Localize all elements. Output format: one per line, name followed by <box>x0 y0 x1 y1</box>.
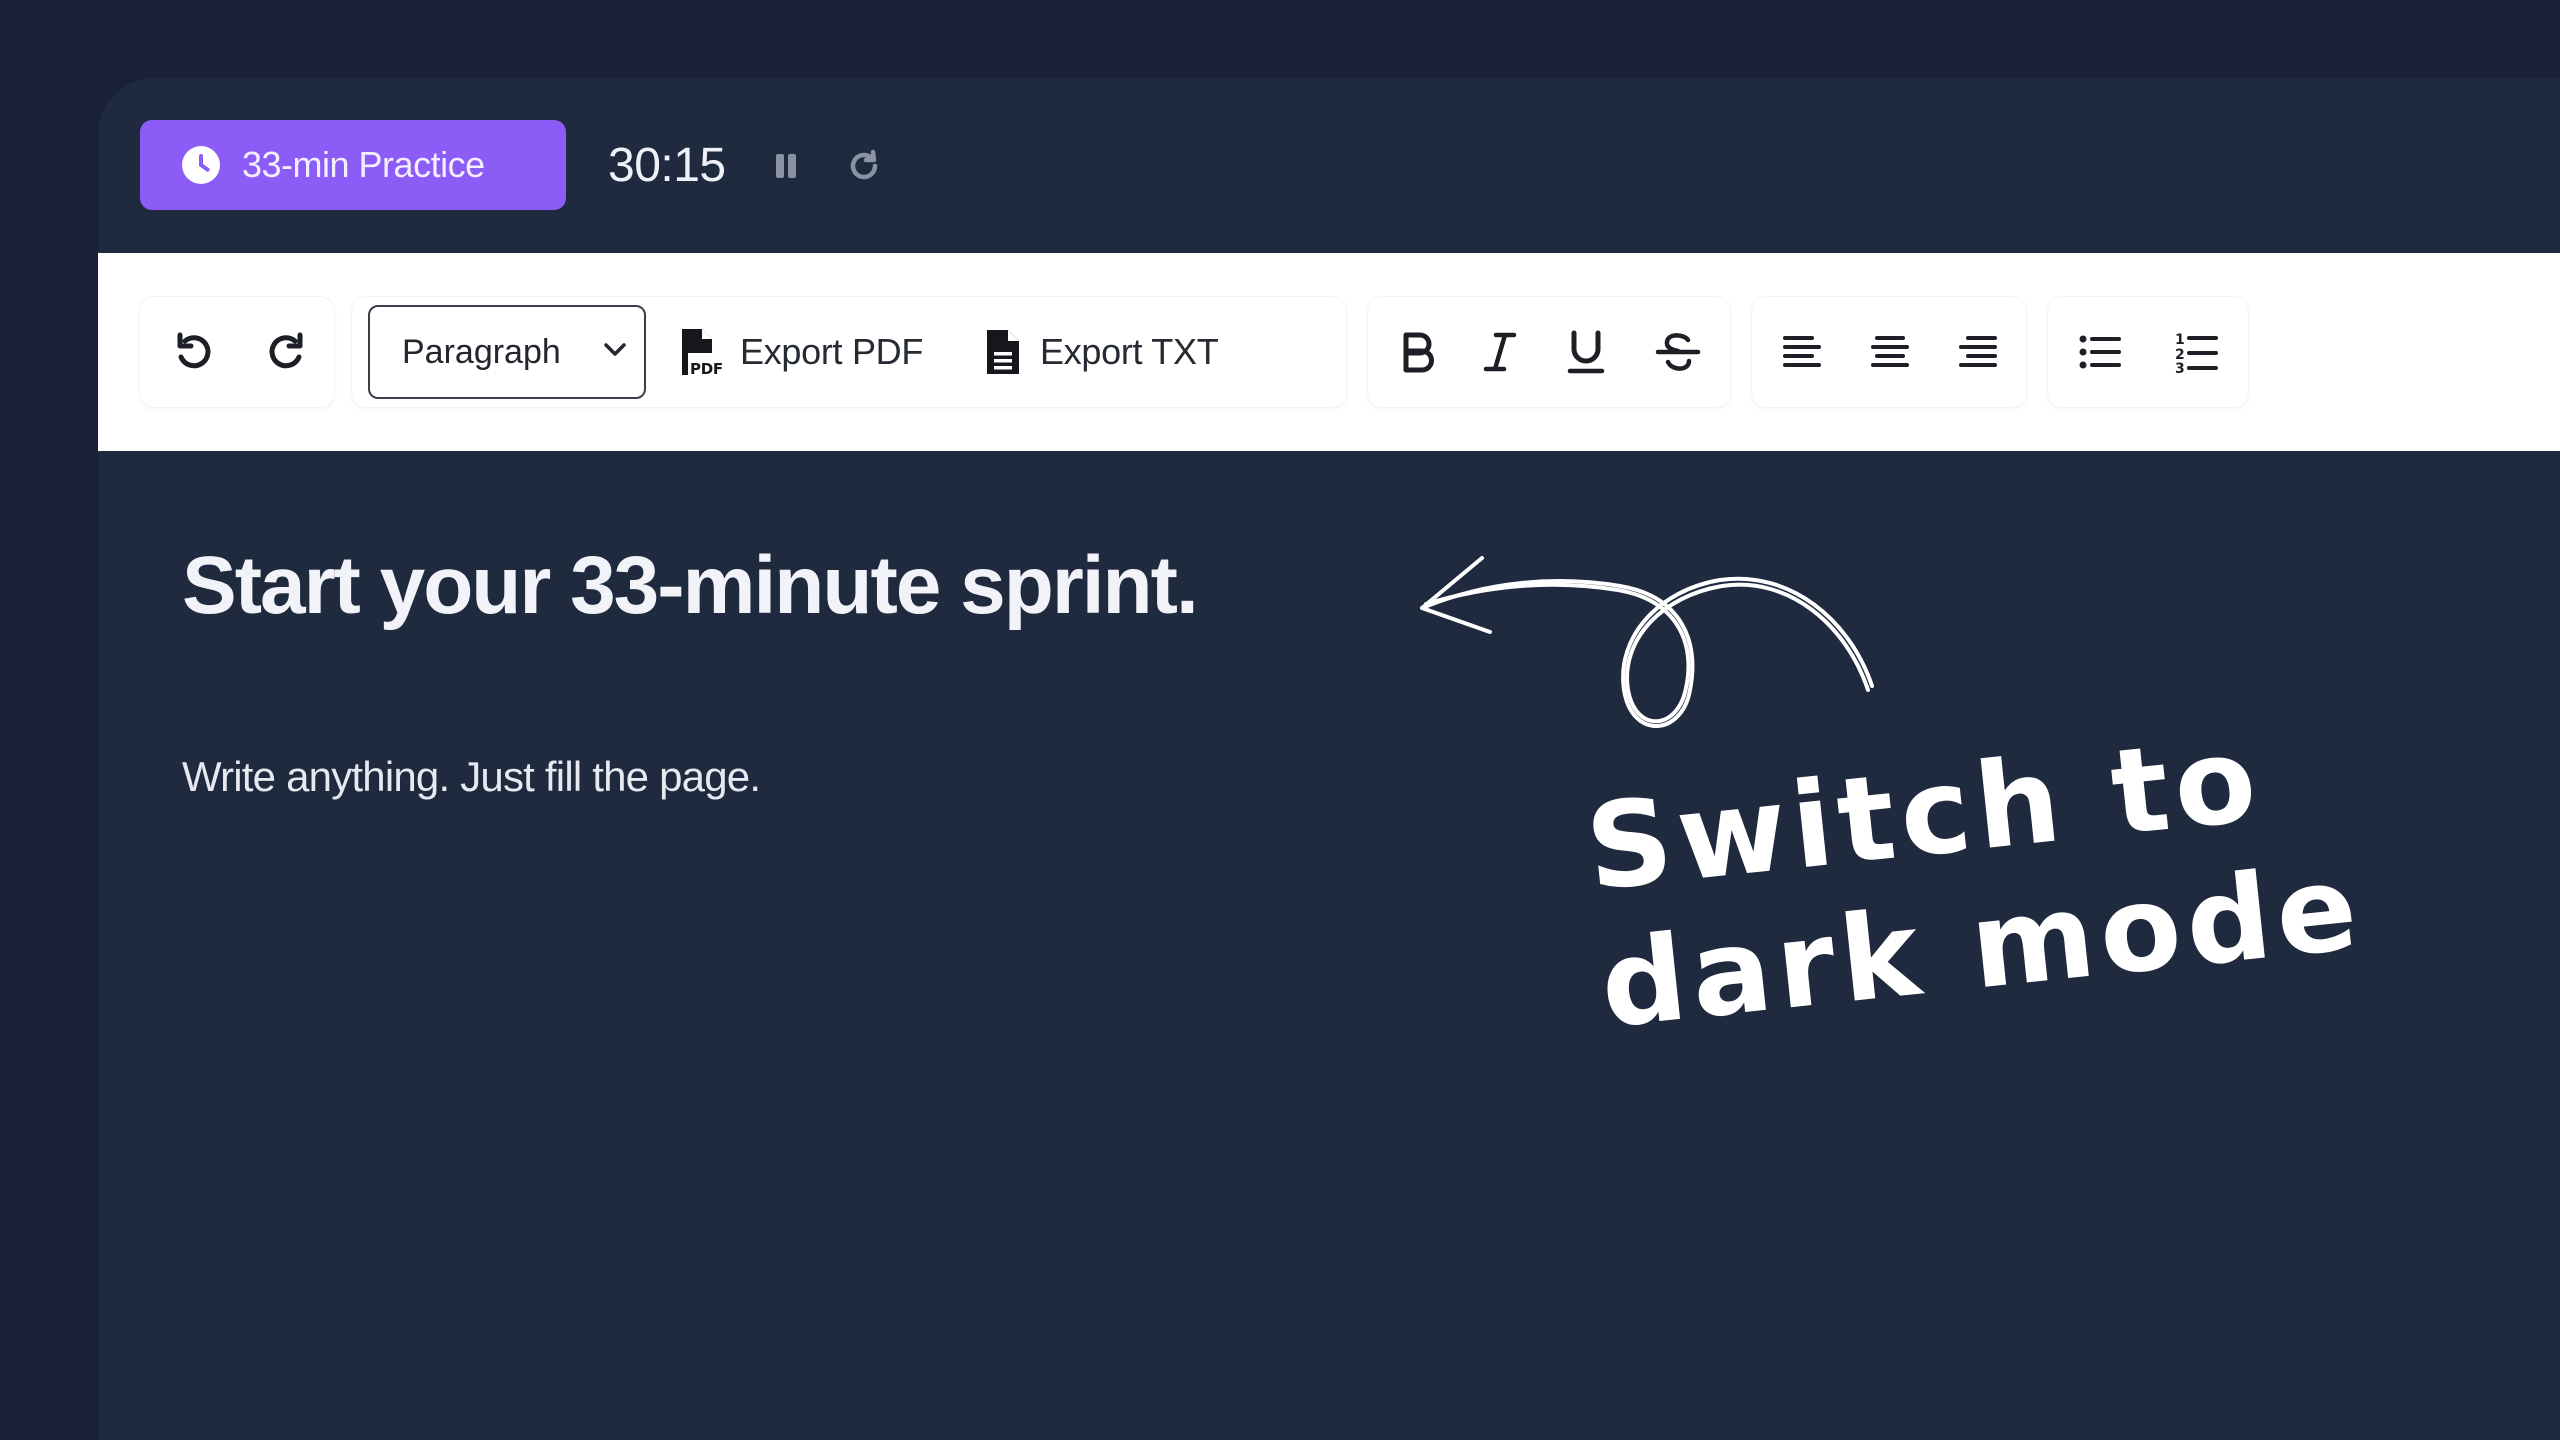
align-left-button[interactable] <box>1774 325 1830 379</box>
align-left-icon <box>1783 336 1821 367</box>
align-right-icon <box>1959 336 1997 367</box>
chevron-down-icon <box>604 343 626 356</box>
numbered-list-button[interactable]: 1 2 3 <box>2166 325 2226 379</box>
bold-button[interactable] <box>1390 325 1446 379</box>
bullet-list-icon <box>2079 335 2121 369</box>
hand-drawn-arrow-icon <box>1420 556 1874 728</box>
pdf-file-icon: PDF <box>682 329 722 377</box>
export-pdf-label: Export PDF <box>740 331 924 372</box>
align-center-button[interactable] <box>1862 325 1918 379</box>
practice-mode-button[interactable]: 33-min Practice <box>140 120 566 210</box>
italic-icon <box>1483 332 1517 372</box>
export-txt-button[interactable]: Export TXT <box>984 305 1219 399</box>
clock-icon <box>182 146 220 184</box>
bullet-list-button[interactable] <box>2070 325 2130 379</box>
undo-icon <box>177 332 211 369</box>
practice-mode-label: 33-min Practice <box>242 144 485 185</box>
italic-button[interactable] <box>1472 325 1528 379</box>
editor-toolbar: Paragraph PDF Export PDF Export TXT 1 2 … <box>98 253 2560 451</box>
svg-text:1: 1 <box>2175 332 2185 348</box>
block-type-select[interactable]: Paragraph <box>368 305 646 399</box>
redo-icon <box>269 332 303 369</box>
top-bar: 33-min Practice 30:15 <box>98 78 2560 253</box>
document-paragraph[interactable]: Write anything. Just fill the page. <box>182 753 761 801</box>
restart-icon[interactable] <box>844 146 884 186</box>
bold-icon <box>1403 332 1434 373</box>
svg-text:3: 3 <box>2175 361 2185 374</box>
underline-icon <box>1567 330 1605 374</box>
align-center-icon <box>1871 336 1909 367</box>
block-type-value: Paragraph <box>402 332 561 371</box>
strikethrough-icon <box>1655 333 1701 371</box>
pause-icon[interactable] <box>774 152 798 180</box>
strikethrough-button[interactable] <box>1648 325 1708 379</box>
numbered-list-icon: 1 2 3 <box>2175 332 2218 374</box>
export-pdf-button[interactable]: PDF Export PDF <box>676 305 923 399</box>
countdown-timer: 30:15 <box>608 139 726 192</box>
undo-button[interactable] <box>164 325 224 379</box>
align-right-button[interactable] <box>1950 325 2006 379</box>
redo-button[interactable] <box>256 325 316 379</box>
underline-button[interactable] <box>1558 325 1614 379</box>
export-txt-label: Export TXT <box>1040 331 1219 372</box>
txt-file-icon <box>987 330 1019 374</box>
document-heading[interactable]: Start your 33-minute sprint. <box>182 539 1199 633</box>
svg-text:PDF: PDF <box>690 360 722 377</box>
